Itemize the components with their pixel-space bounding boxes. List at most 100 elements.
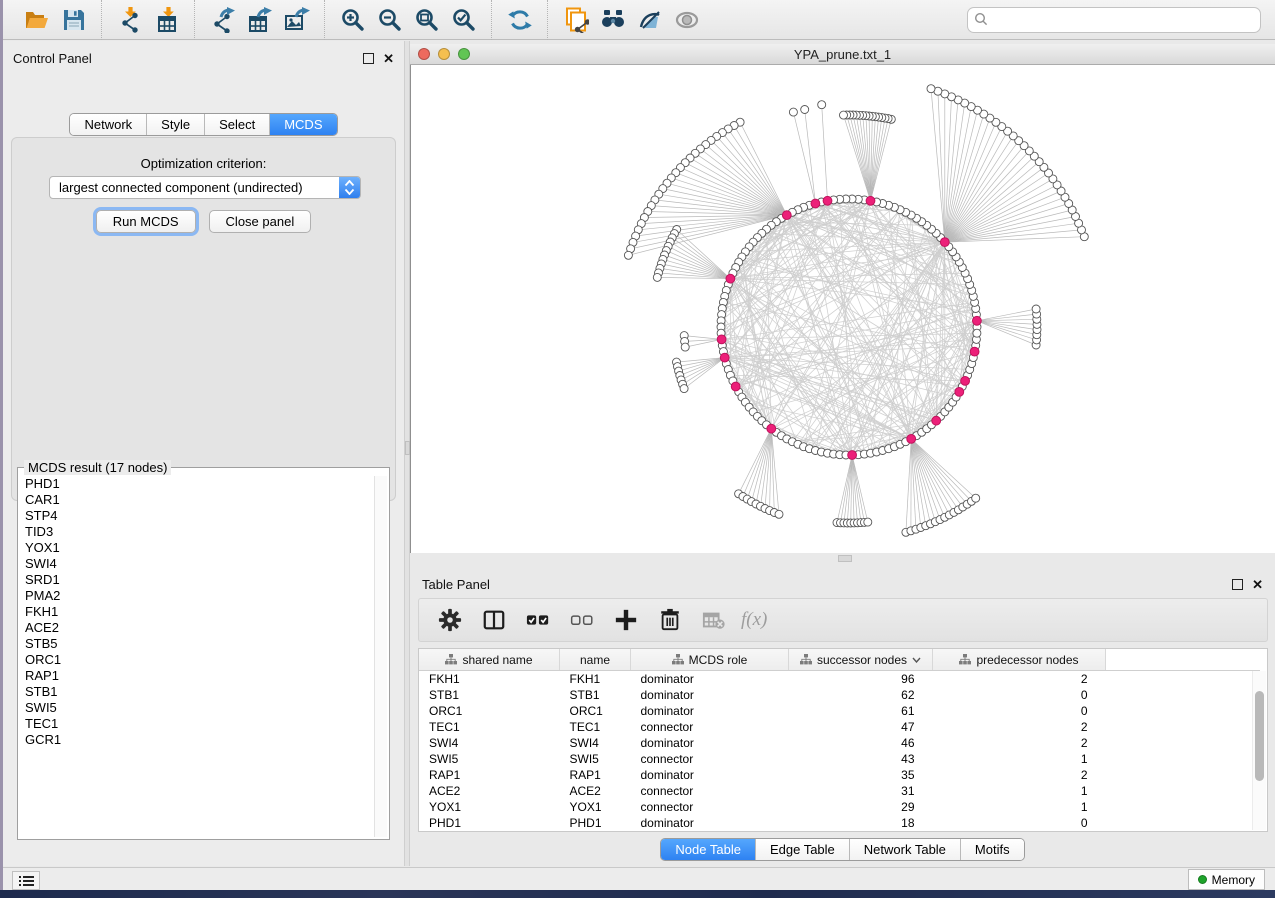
- network-view-canvas[interactable]: [410, 65, 1275, 553]
- mcds-result-item[interactable]: CAR1: [20, 492, 375, 508]
- mcds-result-item[interactable]: RAP1: [20, 668, 375, 684]
- criterion-dropdown[interactable]: largest connected component (undirected): [49, 176, 361, 199]
- graph-node[interactable]: [840, 111, 848, 119]
- column-layout-button[interactable]: [477, 603, 511, 637]
- tab-network[interactable]: Network: [70, 114, 146, 135]
- tab-node-table[interactable]: Node Table: [661, 839, 755, 860]
- graph-node[interactable]: [972, 494, 980, 502]
- table-row[interactable]: SWI5SWI5connector431: [419, 751, 1260, 767]
- hide-details-button[interactable]: [631, 4, 668, 36]
- search-network-button[interactable]: [594, 4, 631, 36]
- close-panel-icon[interactable]: ✕: [1252, 580, 1263, 589]
- mcds-result-item[interactable]: PHD1: [20, 476, 375, 492]
- panel-splitter-horizontal[interactable]: [410, 553, 1275, 566]
- memory-button[interactable]: Memory: [1188, 869, 1265, 890]
- graph-node-mcds[interactable]: [940, 238, 949, 247]
- graph-node[interactable]: [1032, 305, 1040, 313]
- add-column-button[interactable]: [609, 603, 643, 637]
- mcds-result-item[interactable]: STP4: [20, 508, 375, 524]
- export-image-button[interactable]: [278, 4, 315, 36]
- graph-node[interactable]: [624, 251, 632, 259]
- graph-node-mcds[interactable]: [717, 335, 726, 344]
- tab-edge-table[interactable]: Edge Table: [755, 839, 849, 860]
- graph-node[interactable]: [681, 343, 689, 351]
- table-row[interactable]: STB1STB1dominator620: [419, 687, 1260, 703]
- table-row[interactable]: PHD1PHD1dominator180: [419, 815, 1260, 831]
- mcds-result-item[interactable]: TEC1: [20, 716, 375, 732]
- mcds-result-item[interactable]: STB5: [20, 636, 375, 652]
- close-panel-button[interactable]: Close panel: [209, 210, 312, 233]
- graph-node-mcds[interactable]: [932, 416, 941, 425]
- zoom-fit-button[interactable]: [408, 4, 445, 36]
- import-network-button[interactable]: [111, 4, 148, 36]
- graph-node-mcds[interactable]: [823, 196, 832, 205]
- splitter-grip[interactable]: [838, 555, 852, 562]
- delete-column-button[interactable]: [653, 603, 687, 637]
- graph-node-mcds[interactable]: [848, 451, 857, 460]
- mcds-result-item[interactable]: PMA2: [20, 588, 375, 604]
- column-header-name[interactable]: name: [560, 649, 631, 671]
- run-mcds-button[interactable]: Run MCDS: [96, 210, 196, 233]
- close-panel-icon[interactable]: ✕: [383, 54, 394, 63]
- column-header-predecessor-nodes[interactable]: predecessor nodes: [933, 649, 1106, 671]
- tab-network-table[interactable]: Network Table: [849, 839, 960, 860]
- mcds-result-item[interactable]: FKH1: [20, 604, 375, 620]
- mcds-result-item[interactable]: SWI5: [20, 700, 375, 716]
- graph-node-mcds[interactable]: [866, 196, 875, 205]
- zoom-selected-button[interactable]: [445, 4, 482, 36]
- tab-select[interactable]: Select: [204, 114, 269, 135]
- mcds-result-item[interactable]: STB1: [20, 684, 375, 700]
- graph-node[interactable]: [818, 101, 826, 109]
- mcds-list-scrollbar[interactable]: [374, 476, 387, 837]
- refresh-button[interactable]: [501, 4, 538, 36]
- column-header-MCDS-role[interactable]: MCDS role: [631, 649, 789, 671]
- graph-node-mcds[interactable]: [782, 211, 791, 220]
- open-file-button[interactable]: [18, 4, 55, 36]
- mcds-result-item[interactable]: ORC1: [20, 652, 375, 668]
- import-table-button[interactable]: [148, 4, 185, 36]
- mcds-result-item[interactable]: SWI4: [20, 556, 375, 572]
- graph-node-mcds[interactable]: [767, 424, 776, 433]
- graph-node-mcds[interactable]: [907, 435, 916, 444]
- search-input[interactable]: [967, 7, 1261, 33]
- tab-style[interactable]: Style: [146, 114, 204, 135]
- column-header-shared-name[interactable]: shared name: [419, 649, 560, 671]
- mcds-result-item[interactable]: GCR1: [20, 732, 375, 748]
- float-panel-icon[interactable]: [363, 53, 374, 64]
- mcds-result-item[interactable]: TID3: [20, 524, 375, 540]
- tab-mcds[interactable]: MCDS: [269, 114, 336, 135]
- graph-node-mcds[interactable]: [955, 388, 964, 397]
- graph-node-mcds[interactable]: [970, 347, 979, 356]
- mcds-result-item[interactable]: YOX1: [20, 540, 375, 556]
- select-all-button[interactable]: [521, 603, 555, 637]
- graph-node[interactable]: [864, 518, 872, 526]
- float-panel-icon[interactable]: [1232, 579, 1243, 590]
- mcds-result-item[interactable]: ACE2: [20, 620, 375, 636]
- graph-node-mcds[interactable]: [720, 353, 729, 362]
- graph-node[interactable]: [775, 510, 783, 518]
- gear-button[interactable]: [433, 603, 467, 637]
- export-network-button[interactable]: [204, 4, 241, 36]
- graph-node[interactable]: [653, 273, 661, 281]
- tab-motifs[interactable]: Motifs: [960, 839, 1024, 860]
- graph-node[interactable]: [927, 85, 935, 93]
- export-table-button[interactable]: [241, 4, 278, 36]
- graph-node-mcds[interactable]: [973, 316, 982, 325]
- table-row[interactable]: YOX1YOX1connector291: [419, 799, 1260, 815]
- graph-node[interactable]: [973, 329, 981, 337]
- graph-node-mcds[interactable]: [811, 199, 820, 208]
- table-row[interactable]: ACE2ACE2connector311: [419, 783, 1260, 799]
- graph-node-mcds[interactable]: [726, 274, 735, 283]
- graph-node[interactable]: [789, 108, 797, 116]
- table-row[interactable]: TEC1TEC1connector472: [419, 719, 1260, 735]
- graph-node[interactable]: [801, 106, 809, 114]
- zoom-out-button[interactable]: [371, 4, 408, 36]
- graph-node-mcds[interactable]: [731, 382, 740, 391]
- table-row[interactable]: ORC1ORC1dominator610: [419, 703, 1260, 719]
- task-history-button[interactable]: [12, 871, 40, 890]
- table-row[interactable]: FKH1FKH1dominator962: [419, 671, 1260, 688]
- mcds-result-item[interactable]: SRD1: [20, 572, 375, 588]
- table-row[interactable]: SWI4SWI4dominator462: [419, 735, 1260, 751]
- table-scrollbar[interactable]: [1252, 671, 1266, 830]
- table-scrollbar-thumb[interactable]: [1255, 691, 1264, 781]
